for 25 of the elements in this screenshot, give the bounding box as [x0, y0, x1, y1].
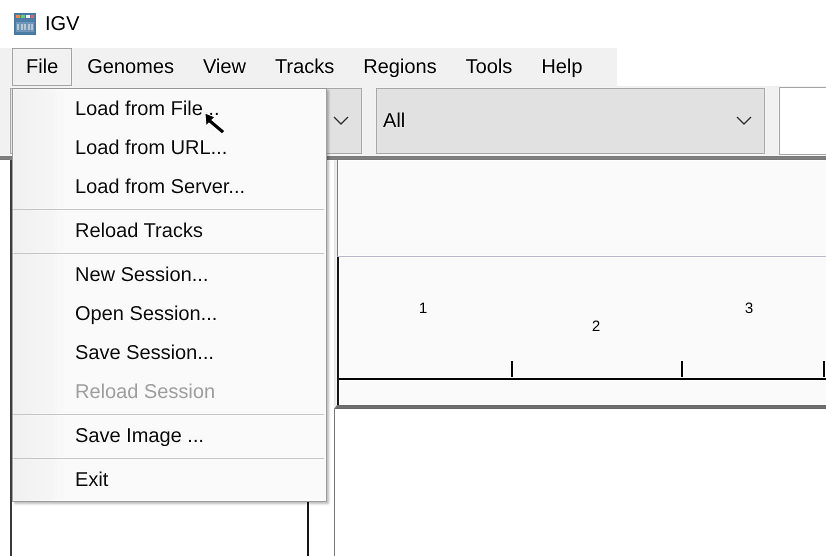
menu-bar-item[interactable]: View — [188, 48, 260, 86]
menu-bar-item[interactable]: File — [12, 48, 72, 86]
menu-item[interactable]: New Session... — [13, 256, 326, 295]
menu-item[interactable]: Load from URL... — [13, 129, 326, 168]
menu-bar-item[interactable]: Tracks — [260, 48, 348, 86]
menu-item[interactable]: Exit — [13, 461, 326, 500]
ruler-label: 3 — [744, 300, 754, 317]
chevron-down-icon — [333, 116, 349, 126]
menu-bar-item[interactable]: Help — [527, 48, 596, 86]
menu-item[interactable]: Reload Tracks — [13, 212, 326, 251]
menu-item[interactable]: Save Image ... — [13, 417, 326, 456]
menu-bar-item[interactable]: Genomes — [73, 48, 188, 86]
ruler-label: 2 — [592, 318, 600, 335]
menu-item[interactable]: Open Session... — [13, 295, 326, 334]
menu-bar-item[interactable]: Tools — [452, 48, 526, 86]
menu-item[interactable]: Load from Server... — [13, 168, 326, 207]
menu-bar-item[interactable]: Regions — [349, 48, 451, 86]
menu-item[interactable]: Load from File... — [13, 90, 326, 129]
window-title: IGV — [45, 12, 80, 36]
menu-item[interactable]: Save Session... — [13, 334, 326, 373]
chevron-down-icon — [736, 116, 752, 126]
locus-field[interactable] — [779, 87, 826, 155]
ruler-label: 1 — [418, 300, 428, 317]
app-logo-icon — [14, 13, 36, 35]
chromosome-dropdown[interactable]: All — [376, 88, 765, 154]
